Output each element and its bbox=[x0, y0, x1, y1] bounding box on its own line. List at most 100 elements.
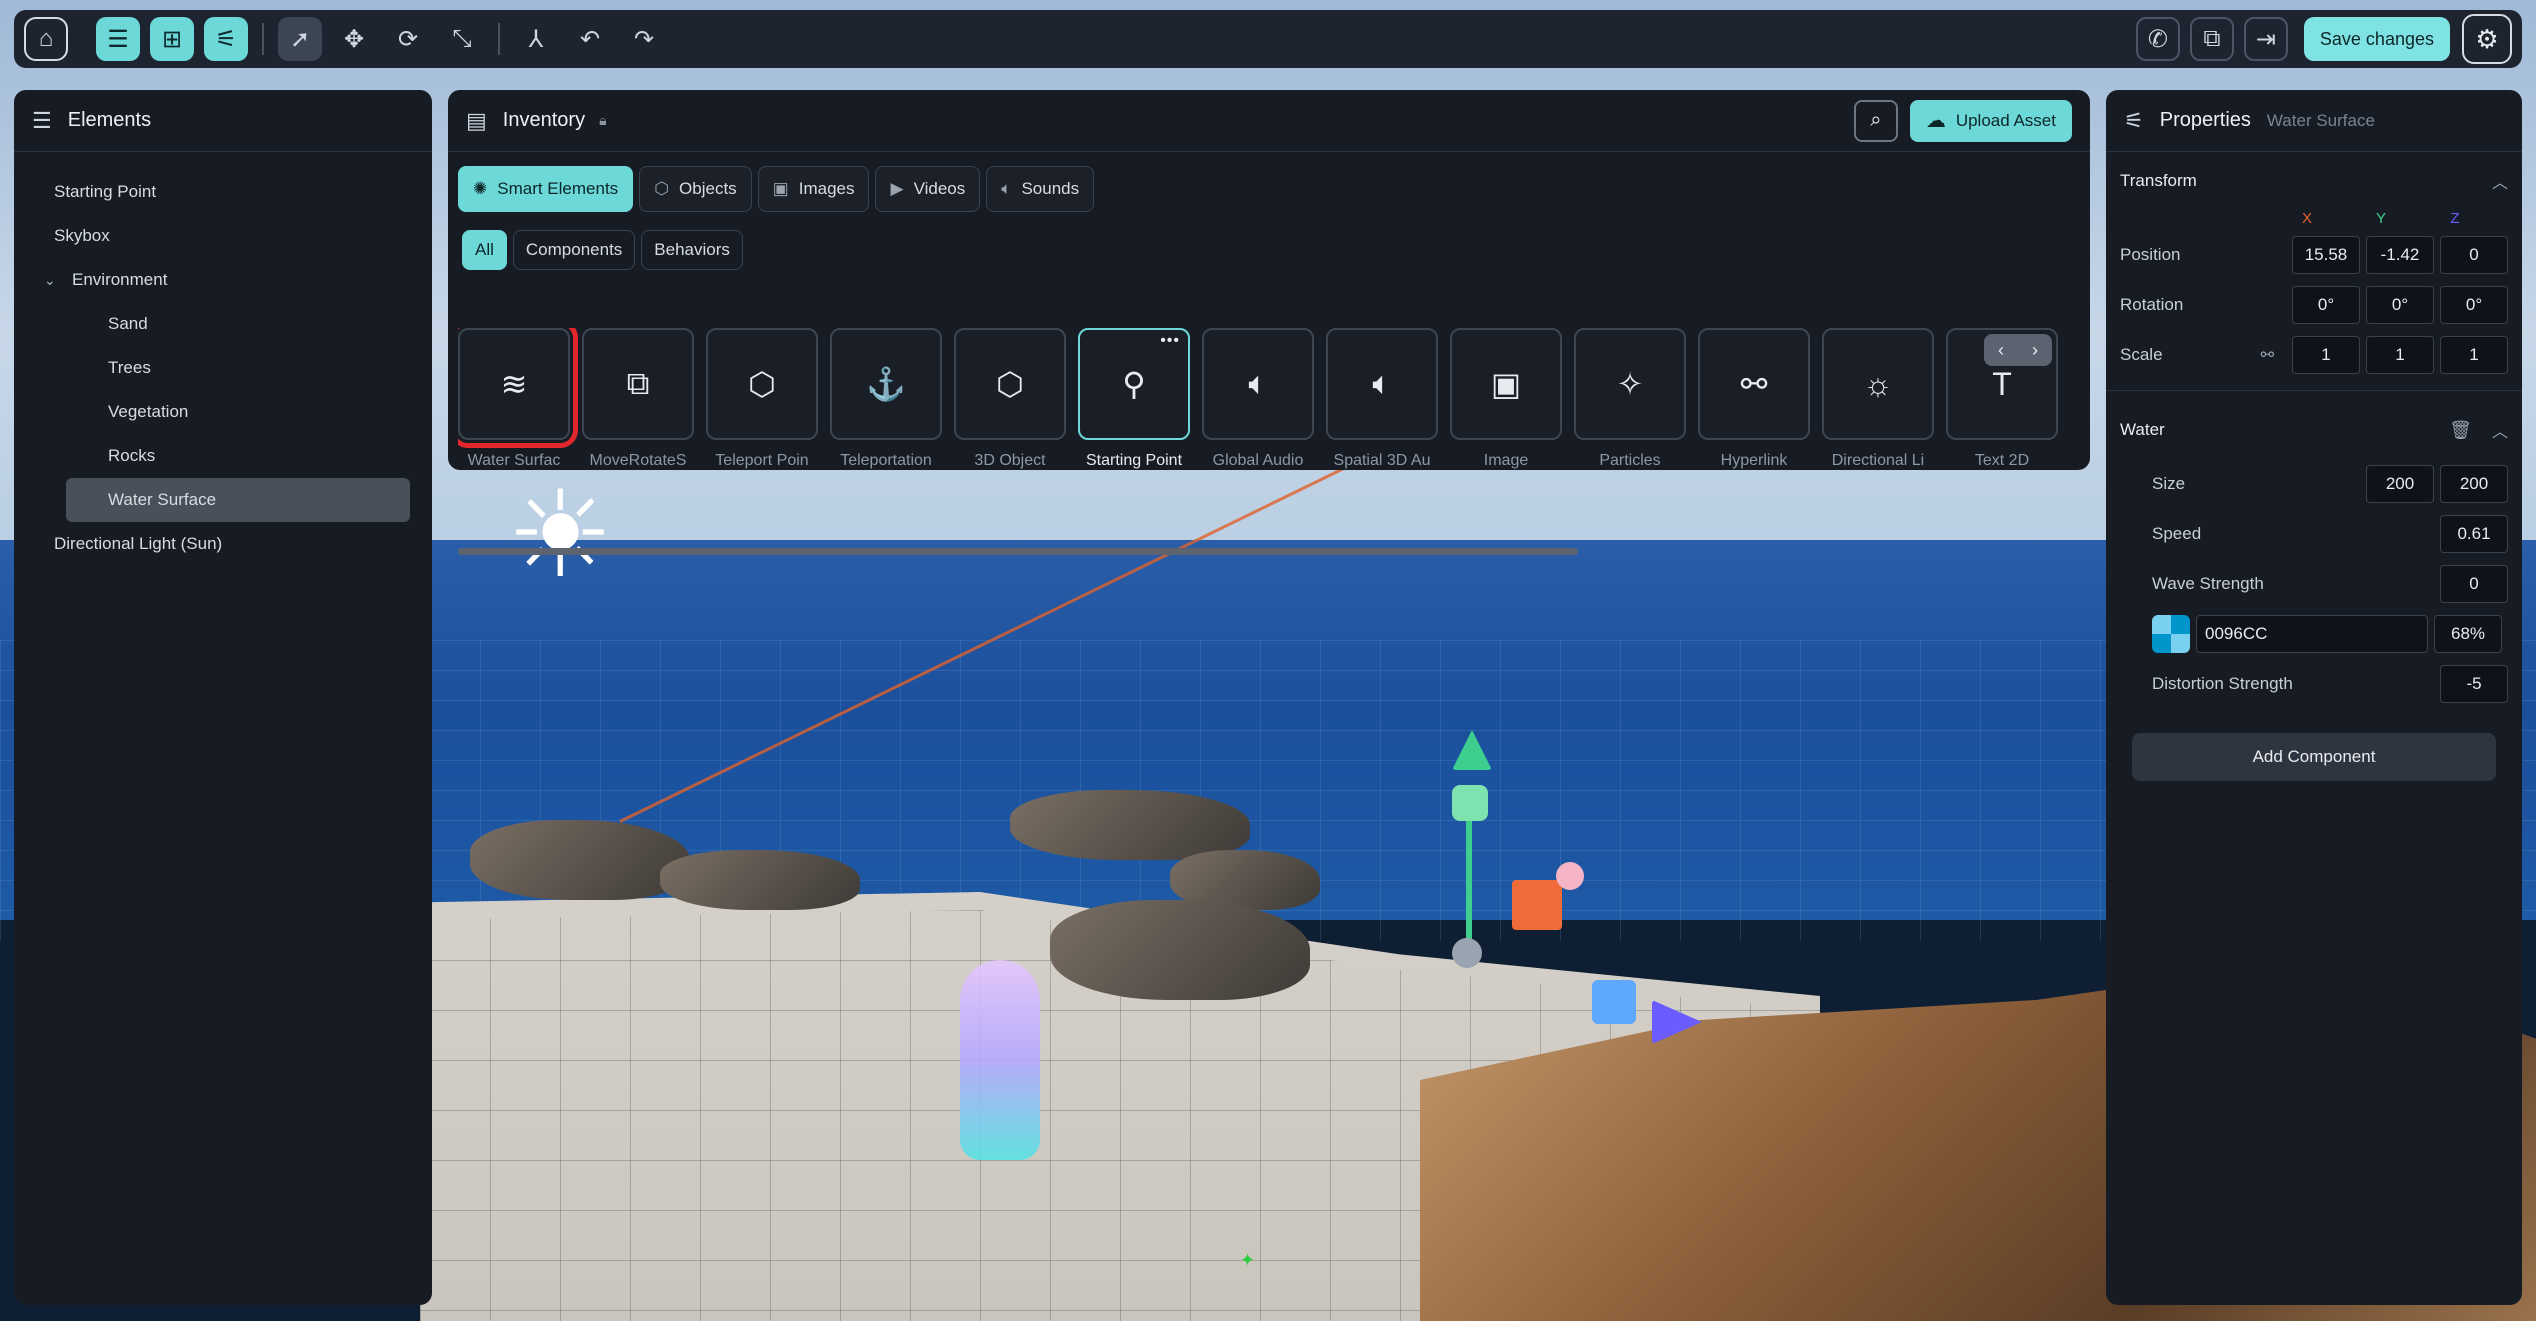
tree-item-trees[interactable]: Trees bbox=[36, 346, 410, 390]
tab-videos[interactable]: ▶ Videos bbox=[875, 166, 981, 212]
gizmo-center-handle[interactable] bbox=[1512, 880, 1562, 930]
move-tool-button[interactable]: ✥ bbox=[332, 17, 376, 61]
axis-y-label: Y bbox=[2375, 210, 2386, 227]
speed-row: Speed 0.61 bbox=[2106, 509, 2522, 559]
card-water-surface[interactable]: ≋ Water Surfac bbox=[458, 328, 578, 478]
filter-components[interactable]: Components bbox=[512, 230, 636, 270]
card-move-rotate[interactable]: ⧉ MoveRotateS bbox=[582, 328, 694, 478]
chevron-up-icon[interactable]: ︿ bbox=[2492, 169, 2508, 193]
starting-point-avatar[interactable] bbox=[960, 960, 1040, 1160]
search-button[interactable]: ⌕ bbox=[1853, 99, 1898, 142]
gizmo-y-arrow[interactable] bbox=[1452, 730, 1492, 770]
select-tool-button[interactable]: ➚ bbox=[278, 17, 322, 61]
card-teleport-point[interactable]: ⬡ Teleport Poin bbox=[706, 328, 818, 478]
pin-person-icon: ⚲ bbox=[1122, 366, 1146, 402]
position-y-input[interactable]: -1.42 bbox=[2366, 236, 2434, 274]
card-image[interactable]: ▣ Image bbox=[1450, 328, 1562, 478]
color-swatch[interactable] bbox=[2152, 615, 2190, 653]
tab-smart-elements[interactable]: ✺ Smart Elements bbox=[458, 166, 634, 212]
position-x-input[interactable]: 15.58 bbox=[2292, 236, 2360, 274]
chevron-left-icon[interactable]: ‹ bbox=[1998, 340, 2004, 361]
card-scroll-arrows[interactable]: ‹ › bbox=[1984, 334, 2052, 366]
cursor-icon: ➚ bbox=[289, 25, 311, 53]
speed-input[interactable]: 0.61 bbox=[2440, 515, 2508, 553]
tab-images[interactable]: ▣ Images bbox=[757, 166, 870, 212]
card-global-audio[interactable]: 🔈︎ Global Audio bbox=[1202, 328, 1314, 478]
inventory-scrollbar[interactable] bbox=[458, 548, 1578, 555]
scale-z-input[interactable]: 1 bbox=[2440, 336, 2508, 374]
inventory-panel-toggle[interactable]: ⊞ bbox=[150, 17, 194, 61]
card-teleportation[interactable]: ⚓ Teleportation bbox=[830, 328, 942, 478]
redo-button[interactable]: ↷ bbox=[622, 17, 666, 61]
hamburger-menu-icon[interactable]: ☰ bbox=[32, 108, 52, 134]
card-directional-light[interactable]: ☼ Directional Li bbox=[1822, 328, 1934, 478]
trash-icon[interactable]: 🗑︎ bbox=[2449, 420, 2472, 441]
gizmo-y-handle[interactable] bbox=[1452, 785, 1488, 821]
settings-button[interactable]: ⚙ bbox=[2462, 14, 2512, 64]
pivot-tool-button[interactable]: ⅄ bbox=[514, 17, 558, 61]
tab-objects[interactable]: ⬡ Objects bbox=[639, 166, 752, 212]
card-spatial-3d-audio[interactable]: 🔈︎ Spatial 3D Au bbox=[1326, 328, 1438, 478]
card-hyperlink[interactable]: ⚯ Hyperlink bbox=[1698, 328, 1810, 478]
enter-preview-button[interactable]: ⇥ bbox=[2243, 17, 2288, 61]
rotation-y-input[interactable]: 0° bbox=[2366, 286, 2434, 324]
distortion-input[interactable]: -5 bbox=[2440, 665, 2508, 703]
wave-strength-input[interactable]: 0 bbox=[2440, 565, 2508, 603]
tree-item-directional-light[interactable]: Directional Light (Sun) bbox=[36, 522, 410, 566]
rock bbox=[660, 850, 860, 910]
lock-icon[interactable]: 🔒︎ bbox=[599, 112, 606, 129]
share-button[interactable]: ⧉ bbox=[2189, 17, 2234, 61]
whatsapp-button[interactable]: ✆ bbox=[2135, 17, 2180, 61]
rotation-z-input[interactable]: 0° bbox=[2440, 286, 2508, 324]
undo-button[interactable]: ↶ bbox=[568, 17, 612, 61]
properties-panel-toggle[interactable]: ⚟ bbox=[204, 17, 248, 61]
filter-all[interactable]: All bbox=[462, 230, 507, 270]
image-icon: ▣ bbox=[1490, 366, 1522, 402]
gizmo-z-handle[interactable] bbox=[1592, 980, 1636, 1024]
chevron-up-icon[interactable]: ︿ bbox=[2492, 418, 2508, 442]
card-text-2d[interactable]: T ‹ › Text 2D bbox=[1946, 328, 2058, 478]
sun-icon[interactable]: ☀ bbox=[490, 475, 630, 595]
save-changes-button[interactable]: Save changes bbox=[2303, 17, 2450, 61]
gizmo-rotate-handle[interactable] bbox=[1556, 862, 1584, 890]
home-button[interactable]: ⌂ bbox=[24, 17, 68, 61]
rotate-tool-button[interactable]: ⟳ bbox=[386, 17, 430, 61]
chevron-right-icon[interactable]: › bbox=[2032, 340, 2038, 361]
gizmo-z-arrow[interactable] bbox=[1652, 1000, 1702, 1044]
position-z-input[interactable]: 0 bbox=[2440, 236, 2508, 274]
tree-item-skybox[interactable]: Skybox bbox=[36, 214, 410, 258]
rock bbox=[470, 820, 690, 900]
link-icon[interactable]: ⚯ bbox=[2261, 345, 2274, 365]
card-starting-point[interactable]: ••• ⚲ Starting Point bbox=[1078, 328, 1190, 478]
tree-item-starting-point[interactable]: Starting Point bbox=[36, 170, 410, 214]
scale-x-input[interactable]: 1 bbox=[2292, 336, 2360, 374]
water-section-header[interactable]: Water 🗑︎ ︿ bbox=[2106, 401, 2522, 459]
sliders-icon: ⚟ bbox=[215, 25, 237, 53]
tree-item-water-surface[interactable]: Water Surface bbox=[66, 478, 410, 522]
tree-item-rocks[interactable]: Rocks bbox=[36, 434, 410, 478]
rotation-x-input[interactable]: 0° bbox=[2292, 286, 2360, 324]
tree-item-label: Trees bbox=[108, 358, 151, 377]
elements-panel-toggle[interactable]: ☰ bbox=[96, 17, 140, 61]
color-hex-input[interactable]: 0096CC bbox=[2196, 615, 2428, 653]
upload-asset-button[interactable]: ☁ Upload Asset bbox=[1909, 99, 2072, 142]
chevron-down-icon[interactable]: ⌄ bbox=[44, 272, 72, 289]
card-3d-object[interactable]: ⬡ 3D Object bbox=[954, 328, 1066, 478]
more-options-icon[interactable]: ••• bbox=[1160, 332, 1180, 350]
scale-y-input[interactable]: 1 bbox=[2366, 336, 2434, 374]
move-icon: ✥ bbox=[343, 25, 365, 53]
transform-section-header[interactable]: Transform ︿ bbox=[2106, 152, 2522, 210]
card-particles[interactable]: ✧ Particles bbox=[1574, 328, 1686, 478]
add-component-button[interactable]: Add Component bbox=[2132, 733, 2496, 781]
axis-labels: X Y Z bbox=[2106, 210, 2522, 230]
size-x-input[interactable]: 200 bbox=[2366, 465, 2434, 503]
tree-item-environment[interactable]: ⌄ Environment bbox=[36, 258, 410, 302]
scale-tool-button[interactable]: ⤡ bbox=[440, 17, 484, 61]
filter-behaviors[interactable]: Behaviors bbox=[641, 230, 743, 270]
card-label: Starting Point bbox=[1085, 452, 1183, 469]
tree-item-vegetation[interactable]: Vegetation bbox=[36, 390, 410, 434]
tab-sounds[interactable]: 🔈︎ Sounds bbox=[986, 166, 1095, 212]
opacity-input[interactable]: 68% bbox=[2434, 615, 2502, 653]
size-y-input[interactable]: 200 bbox=[2440, 465, 2508, 503]
tree-item-sand[interactable]: Sand bbox=[36, 302, 410, 346]
